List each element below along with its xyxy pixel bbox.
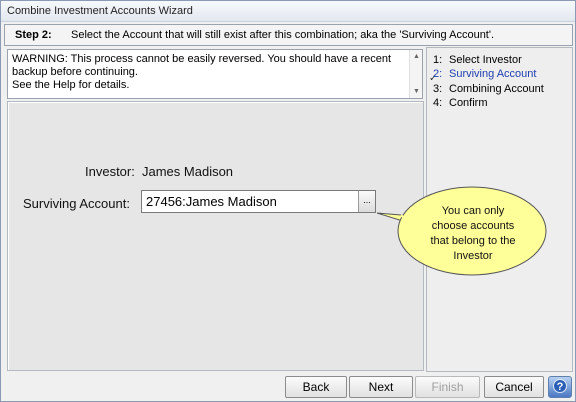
surviving-account-label: Surviving Account: xyxy=(23,196,130,211)
help-button[interactable]: ? xyxy=(548,376,572,398)
warning-line: See the Help for details. xyxy=(12,79,130,91)
callout-line: choose accounts xyxy=(431,220,515,232)
scroll-down-icon[interactable]: ▼ xyxy=(412,87,421,96)
back-button[interactable]: Back xyxy=(285,376,347,398)
scroll-up-icon[interactable]: ▲ xyxy=(412,52,421,61)
step-number: 2: xyxy=(433,68,443,80)
step-item-label: Select Investor xyxy=(449,54,522,66)
help-icon[interactable]: ? xyxy=(553,379,567,393)
window-title: Combine Investment Accounts Wizard xyxy=(7,5,193,17)
warning-text: WARNING: This process cannot be easily r… xyxy=(12,53,408,92)
step-label: Step 2: xyxy=(15,29,52,41)
step-header: Step 2: Select the Account that will sti… xyxy=(4,24,573,46)
step-item-combining-account: 3: Combining Account xyxy=(433,83,544,95)
button-row: Back Next Finish Cancel ? xyxy=(1,374,576,402)
investor-label: Investor: xyxy=(85,164,135,179)
step-number: 4: xyxy=(433,97,443,109)
step-description: Select the Account that will still exist… xyxy=(71,29,495,41)
callout-text: You can only choose accounts that belong… xyxy=(413,204,533,264)
step-number: 1: xyxy=(433,54,443,66)
title-bar: Combine Investment Accounts Wizard xyxy=(1,1,575,22)
callout-line: You can only xyxy=(441,205,505,217)
cancel-button[interactable]: Cancel xyxy=(484,376,544,398)
step-number: 3: xyxy=(433,83,443,95)
step-item-label: Combining Account xyxy=(449,83,544,95)
step-item-confirm: 4: Confirm xyxy=(433,97,488,109)
main-panel xyxy=(7,101,424,371)
step-item-surviving-account: 2: Surviving Account xyxy=(433,68,536,80)
warning-box: WARNING: This process cannot be easily r… xyxy=(7,49,423,99)
warning-line: WARNING: This process cannot be easily r… xyxy=(12,53,392,65)
finish-button[interactable]: Finish xyxy=(415,376,480,398)
step-item-select-investor: 1: Select Investor xyxy=(433,54,522,66)
surviving-account-field[interactable]: 27456:James Madison ... xyxy=(141,190,376,213)
callout-line: Investor xyxy=(453,250,493,262)
step-item-label: Confirm xyxy=(449,97,488,109)
step-item-label: Surviving Account xyxy=(449,68,537,80)
warning-scrollbar[interactable]: ▲ ▼ xyxy=(409,50,422,98)
investor-value: James Madison xyxy=(142,164,234,179)
next-button[interactable]: Next xyxy=(349,376,413,398)
wizard-window: Combine Investment Accounts Wizard Step … xyxy=(0,0,576,402)
surviving-account-value[interactable]: 27456:James Madison xyxy=(146,194,277,209)
callout-line: that belong to the xyxy=(430,235,516,247)
warning-line: backup before continuing. xyxy=(12,66,138,78)
